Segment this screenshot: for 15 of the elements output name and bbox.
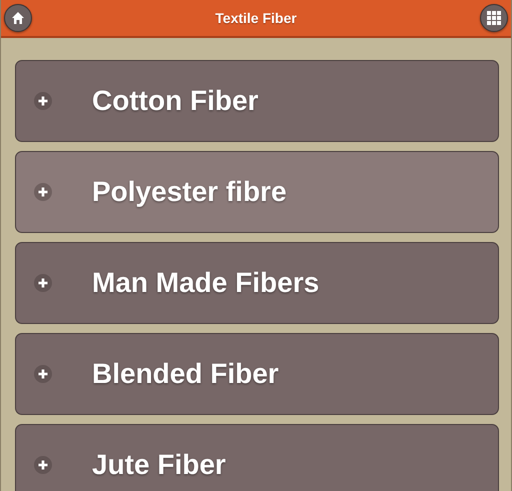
expand-icon	[34, 365, 52, 383]
category-item[interactable]: Jute Fiber	[15, 424, 499, 491]
grid-icon	[487, 11, 501, 25]
expand-icon	[34, 183, 52, 201]
grid-menu-button[interactable]	[480, 4, 508, 32]
expand-icon	[34, 456, 52, 474]
category-item[interactable]: Blended Fiber	[15, 333, 499, 415]
home-icon	[11, 11, 25, 25]
page-title: Textile Fiber	[215, 10, 297, 26]
category-item[interactable]: Polyester fibre	[15, 151, 499, 233]
expand-icon	[34, 92, 52, 110]
category-item[interactable]: Cotton Fiber	[15, 60, 499, 142]
expand-icon	[34, 274, 52, 292]
category-item[interactable]: Man Made Fibers	[15, 242, 499, 324]
home-button[interactable]	[4, 4, 32, 32]
